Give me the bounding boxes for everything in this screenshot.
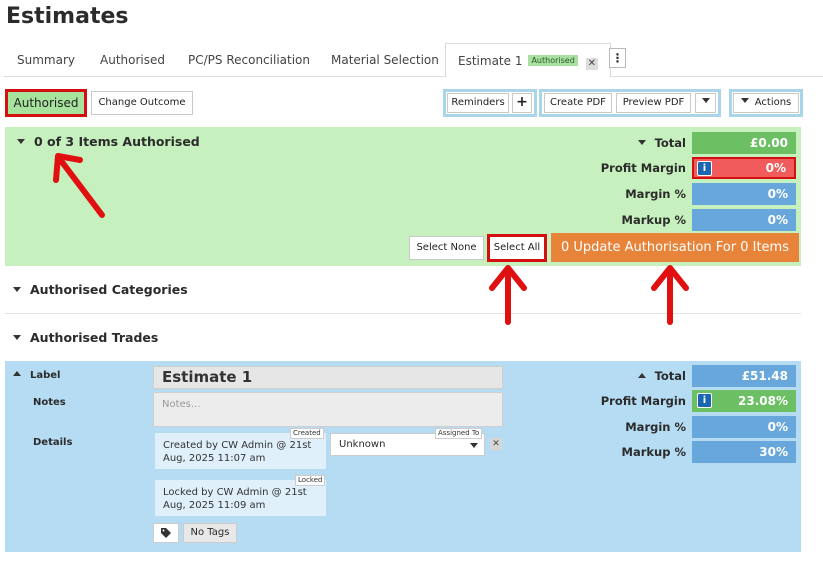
created-tag: Created <box>290 428 324 439</box>
estimate-markup-label: Markup % <box>621 445 686 459</box>
reminders-button[interactable]: Reminders <box>447 93 509 113</box>
label-text: Label <box>30 370 61 381</box>
annotation-arrow-update <box>651 265 689 325</box>
caret-down-icon <box>13 335 21 340</box>
estimate-total-sort[interactable]: Total <box>605 369 686 383</box>
tab-bar: Summary Authorised PC/PS Reconciliation … <box>4 43 823 78</box>
select-none-button[interactable]: Select None <box>409 236 484 260</box>
page-title: Estimates <box>6 4 129 29</box>
pdf-options-dropdown[interactable] <box>695 93 716 113</box>
total-sort[interactable]: Total <box>605 136 686 150</box>
details-label: Details <box>33 437 73 448</box>
estimate-label-input[interactable]: Estimate 1 <box>153 366 503 389</box>
profit-margin-value-text: 0% <box>765 161 786 175</box>
estimate-total-label: Total <box>654 369 686 383</box>
notes-input[interactable]: Notes... <box>153 392 503 427</box>
markup-label: Markup % <box>621 213 686 227</box>
change-outcome-button[interactable]: Change Outcome <box>91 91 193 115</box>
caret-down-icon <box>637 140 646 145</box>
clear-assigned-icon[interactable]: ✕ <box>490 438 502 450</box>
authorised-status-button[interactable]: Authorised <box>5 89 87 117</box>
total-label: Total <box>654 136 686 150</box>
caret-down-icon <box>17 139 25 144</box>
estimate-profit-margin-label: Profit Margin <box>600 394 686 408</box>
authorised-categories-heading: Authorised Categories <box>30 282 188 297</box>
tab-pcps-reconciliation[interactable]: PC/PS Reconciliation <box>188 43 310 77</box>
caret-down-icon <box>470 443 478 448</box>
caret-up-icon <box>637 373 646 378</box>
estimate-profit-margin-value: i 23.08% <box>692 390 796 412</box>
caret-up-icon <box>13 371 21 376</box>
info-icon[interactable]: i <box>697 161 712 176</box>
authorised-badge: Authorised <box>528 55 578 66</box>
add-reminder-button[interactable]: + <box>512 93 532 113</box>
estimate-margin-label: Margin % <box>625 420 686 434</box>
tab-estimate-1[interactable]: Estimate 1 Authorised ✕ <box>445 43 611 78</box>
markup-value: 0% <box>692 209 796 231</box>
create-pdf-button[interactable]: Create PDF <box>544 93 612 113</box>
actions-label: Actions <box>754 97 792 108</box>
authorisation-toggle[interactable]: 0 of 3 Items Authorised <box>17 134 200 149</box>
caret-down-icon <box>701 98 710 103</box>
tab-estimate-1-label: Estimate 1 <box>458 54 523 68</box>
total-value: £0.00 <box>692 132 796 154</box>
locked-tag: Locked <box>295 475 326 486</box>
margin-label: Margin % <box>625 187 686 201</box>
select-all-button[interactable]: Select All <box>487 234 547 262</box>
caret-down-icon <box>13 287 21 292</box>
estimate-profit-margin-text: 23.08% <box>738 394 788 408</box>
margin-value: 0% <box>692 183 796 205</box>
tab-summary[interactable]: Summary <box>17 43 75 77</box>
tab-material-selection[interactable]: Material Selection <box>331 43 439 77</box>
caret-down-icon <box>740 98 749 103</box>
annotation-arrow-select-all <box>489 265 527 325</box>
tab-authorised[interactable]: Authorised <box>100 43 165 77</box>
preview-pdf-button[interactable]: Preview PDF <box>616 93 691 113</box>
info-icon[interactable]: i <box>697 393 712 408</box>
tab-more-menu-icon[interactable]: ⋮ <box>609 48 626 68</box>
notes-label: Notes <box>33 397 66 408</box>
update-authorisation-button[interactable]: 0 Update Authorisation For 0 Items <box>551 233 799 262</box>
close-icon[interactable]: ✕ <box>585 58 598 70</box>
estimate-markup-value: 30% <box>692 441 796 463</box>
tag-button[interactable] <box>153 523 179 543</box>
estimate-panel: Label Estimate 1 Notes Notes... Details … <box>5 361 801 552</box>
label-field-label[interactable]: Label <box>13 370 61 381</box>
tag-icon <box>161 528 171 538</box>
annotation-arrow-heading <box>53 153 105 218</box>
assigned-to-value: Unknown <box>339 439 386 450</box>
profit-margin-value: i 0% <box>692 157 796 179</box>
authorised-trades-heading: Authorised Trades <box>30 330 159 345</box>
no-tags-label: No Tags <box>183 523 237 543</box>
items-authorised-heading: 0 of 3 Items Authorised <box>34 134 200 149</box>
assigned-to-tag: Assigned To <box>435 428 483 439</box>
profit-margin-label: Profit Margin <box>600 161 686 175</box>
actions-button[interactable]: Actions <box>733 93 799 113</box>
estimate-total-value: £51.48 <box>692 365 796 387</box>
estimate-margin-value: 0% <box>692 416 796 438</box>
